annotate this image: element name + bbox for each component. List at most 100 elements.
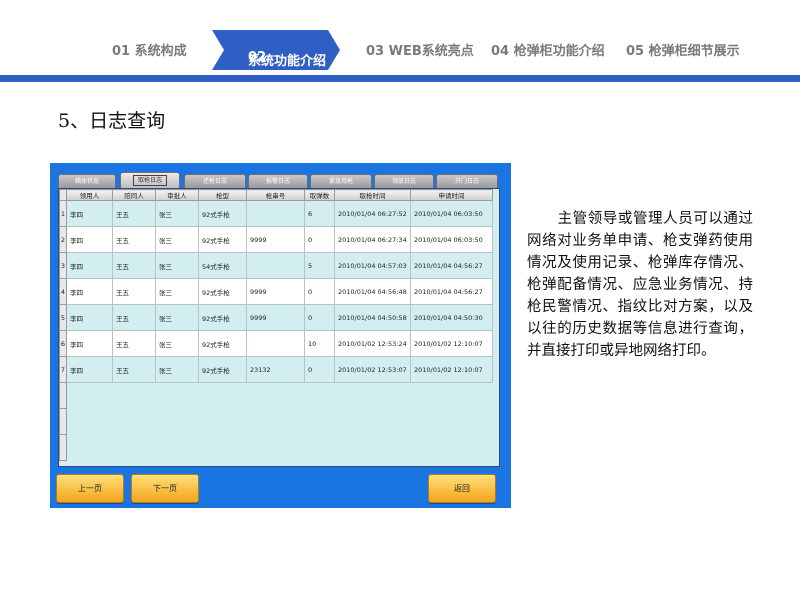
tab-cabinet-status[interactable]: 箱体状态 xyxy=(58,174,116,189)
table-cell: 0 xyxy=(304,278,335,305)
column-header-companion[interactable]: 陪同人 xyxy=(112,189,156,201)
nav-item-label: 系统构成 xyxy=(134,44,187,59)
table-cell: 0 xyxy=(304,226,335,253)
column-header-take-time[interactable]: 取枪时间 xyxy=(334,189,411,201)
table-cell xyxy=(112,408,156,435)
table-cell: 王五 xyxy=(112,330,156,357)
table-cell: 92式手枪 xyxy=(198,200,247,227)
table-cell xyxy=(155,408,199,435)
row-number: 6 xyxy=(59,330,67,357)
table-row[interactable]: 7 李四 王五 张三 92式手枪 23132 0 2010/01/02 12:53:07 201… xyxy=(59,356,493,383)
table-cell: 5 xyxy=(304,252,335,279)
row-number: 1 xyxy=(59,200,67,227)
nav-item-cabinet-functions[interactable]: 04 枪弹柜功能介绍 xyxy=(491,40,605,59)
table-cell: 2010/01/04 04:56:27 xyxy=(410,252,493,279)
table-cell: 王五 xyxy=(112,356,156,383)
table-cell xyxy=(304,382,335,409)
tab-label: 取枪日志 xyxy=(132,175,167,186)
column-header-gun-type[interactable]: 枪型 xyxy=(198,189,247,201)
tab-storage-log[interactable]: 领放日志 xyxy=(374,174,434,189)
table-cell: 2010/01/04 04:50:30 xyxy=(410,304,493,331)
table-cell: 张三 xyxy=(155,226,199,253)
row-number: 3 xyxy=(59,252,67,279)
table-cell: 2010/01/02 12:53:07 xyxy=(334,356,411,383)
table-cell: 92式手枪 xyxy=(198,356,247,383)
table-cell: 王五 xyxy=(112,252,156,279)
table-cell xyxy=(246,408,305,435)
table-cell: 92式手枪 xyxy=(198,226,247,253)
table-cell xyxy=(246,382,305,409)
table-cell xyxy=(198,434,247,461)
column-header-serial[interactable]: 枪串号 xyxy=(246,189,305,201)
table-cell: 54式手枪 xyxy=(198,252,247,279)
table-cell: 92式手枪 xyxy=(198,304,247,331)
table-cell: 92式手枪 xyxy=(198,330,247,357)
description-text: 主管领导或管理人员可以通过网络对业务单申请、枪支弹药使用情况及使用记录、枪弹库存… xyxy=(527,208,753,362)
table-row[interactable]: 2 李四 王五 张三 92式手枪 9999 0 2010/01/04 06:27:34 2010… xyxy=(59,226,493,253)
table-cell: 0 xyxy=(304,304,335,331)
nav-item-system-structure[interactable]: 01 系统构成 xyxy=(112,40,187,59)
table-cell: 王五 xyxy=(112,226,156,253)
table-cell xyxy=(334,382,411,409)
nav-item-system-functions[interactable]: 02 系统功能介绍 xyxy=(212,30,342,70)
table-cell xyxy=(334,408,411,435)
log-tab-bar: 箱体状态 取枪日志 还枪日志 报警日志 紧急用枪 领放日志 开门日志 xyxy=(58,172,498,189)
nav-item-label: WEB系统亮点 xyxy=(388,44,474,59)
table-cell: 李四 xyxy=(66,226,113,253)
table-row[interactable]: 1 李四 王五 张三 92式手枪 6 2010/01/04 06:27:52 2010/01/… xyxy=(59,200,493,227)
table-row[interactable]: 5 李四 王五 张三 92式手枪 9999 0 2010/01/04 04:50:58 2010… xyxy=(59,304,493,331)
table-cell: 2010/01/04 06:03:50 xyxy=(410,200,493,227)
table-cell xyxy=(112,382,156,409)
table-cell: 王五 xyxy=(112,200,156,227)
table-cell: 23132 xyxy=(246,356,305,383)
table-cell: 2010/01/04 04:56:48 xyxy=(334,278,411,305)
nav-item-number: 05 xyxy=(626,44,645,59)
table-cell xyxy=(155,434,199,461)
section-title: 5、日志查询 xyxy=(58,110,166,132)
row-number xyxy=(59,382,67,409)
tab-alarm-log[interactable]: 报警日志 xyxy=(248,174,308,189)
table-cell: 92式手枪 xyxy=(198,278,247,305)
table-cell: 张三 xyxy=(155,200,199,227)
row-number: 5 xyxy=(59,304,67,331)
column-header-ammo-count[interactable]: 取弹数 xyxy=(304,189,335,201)
tab-door-log[interactable]: 开门日志 xyxy=(436,174,498,189)
row-number-header xyxy=(59,189,67,201)
row-number: 7 xyxy=(59,356,67,383)
table-cell: 李四 xyxy=(66,278,113,305)
column-header-apply-time[interactable]: 申请时间 xyxy=(410,189,493,201)
description-body: 主管领导或管理人员可以通过网络对业务单申请、枪支弹药使用情况及使用记录、枪弹库存… xyxy=(527,211,753,359)
table-cell xyxy=(246,200,305,227)
nav-divider-bar xyxy=(0,75,800,82)
column-header-borrower[interactable]: 领用人 xyxy=(66,189,113,201)
table-row[interactable]: 4 李四 王五 张三 92式手枪 9999 0 2010/01/04 04:56:48 2010… xyxy=(59,278,493,305)
log-data-grid: 领用人 陪同人 审批人 枪型 枪串号 取弹数 取枪时间 申请时间 1 李四 王五 张三… xyxy=(58,188,500,467)
table-cell: 2010/01/04 04:50:58 xyxy=(334,304,411,331)
tab-emergency-gun[interactable]: 紧急用枪 xyxy=(310,174,372,189)
row-number: 2 xyxy=(59,226,67,253)
table-cell xyxy=(410,408,493,435)
nav-item-number: 03 xyxy=(366,44,385,59)
table-cell: 2010/01/02 12:10:07 xyxy=(410,330,493,357)
table-row[interactable]: 6 李四 王五 张三 92式手枪 10 2010/01/02 12:53:24 2010/01… xyxy=(59,330,493,357)
tab-return-gun-log[interactable]: 还枪日志 xyxy=(184,174,246,189)
back-button[interactable]: 返回 xyxy=(428,474,496,503)
table-cell xyxy=(334,434,411,461)
table-row[interactable]: 3 李四 王五 张三 54式手枪 5 2010/01/04 04:57:03 2010/01/… xyxy=(59,252,493,279)
table-cell: 张三 xyxy=(155,356,199,383)
table-cell: 2010/01/04 06:27:52 xyxy=(334,200,411,227)
table-cell xyxy=(66,434,113,461)
table-cell: 李四 xyxy=(66,356,113,383)
next-page-button[interactable]: 下一页 xyxy=(131,474,199,503)
table-cell: 2010/01/02 12:53:24 xyxy=(334,330,411,357)
table-cell xyxy=(246,434,305,461)
log-table: 领用人 陪同人 审批人 枪型 枪串号 取弹数 取枪时间 申请时间 1 李四 王五 张三… xyxy=(59,189,493,461)
tab-take-gun-log[interactable]: 取枪日志 xyxy=(120,172,180,189)
table-cell: 6 xyxy=(304,200,335,227)
table-cell: 9999 xyxy=(246,278,305,305)
nav-item-cabinet-details[interactable]: 05 枪弹柜细节展示 xyxy=(626,40,740,59)
table-cell xyxy=(112,434,156,461)
column-header-approver[interactable]: 审批人 xyxy=(155,189,199,201)
prev-page-button[interactable]: 上一页 xyxy=(56,474,124,503)
nav-item-web-highlights[interactable]: 03 WEB系统亮点 xyxy=(366,40,474,59)
